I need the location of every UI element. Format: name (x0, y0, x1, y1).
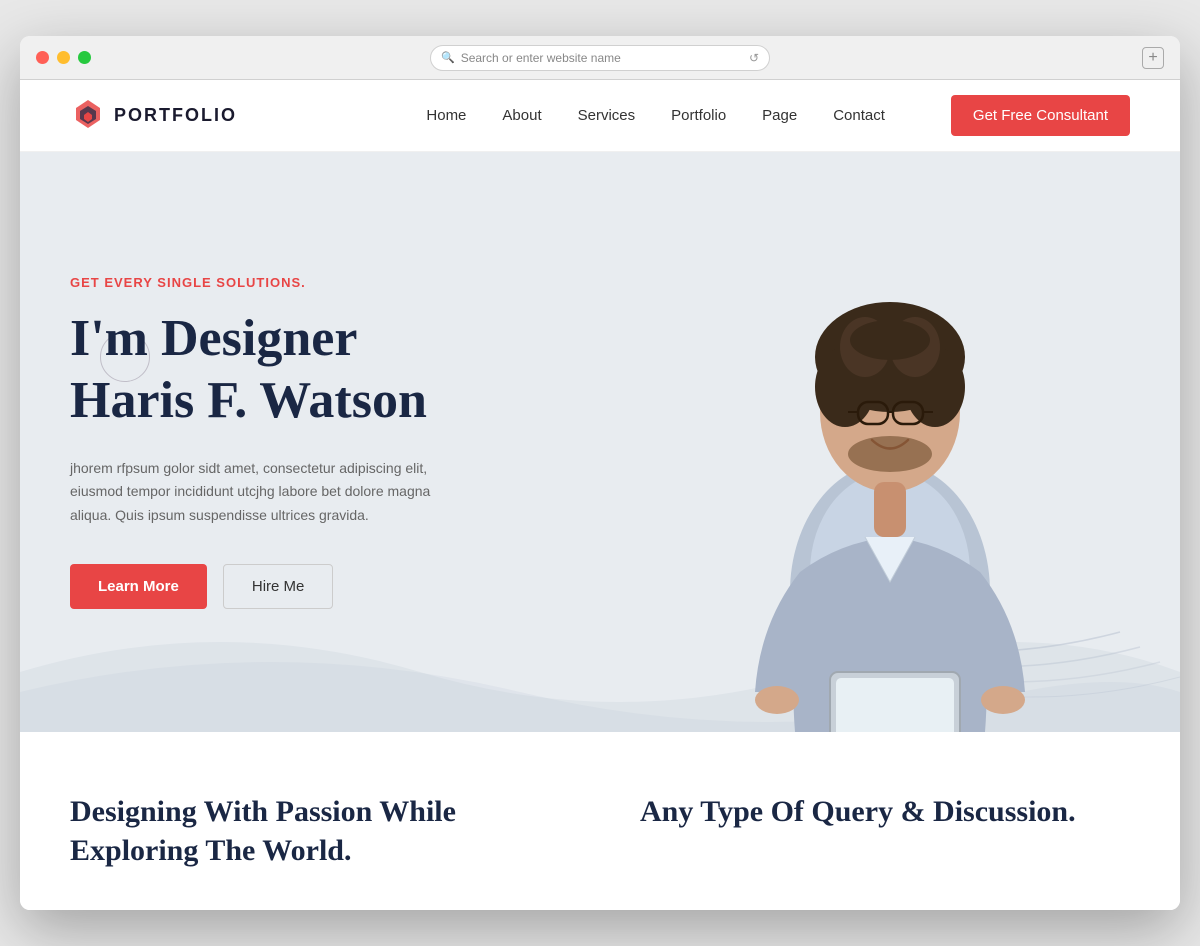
hero-image (680, 172, 1100, 732)
bottom-section: Designing With Passion While Exploring T… (20, 732, 1180, 910)
logo[interactable]: PORTFOLIO (70, 98, 237, 134)
window-controls (36, 51, 91, 64)
hero-title-line1: I'm Designer (70, 310, 357, 367)
hero-buttons: Learn More Hire Me (70, 564, 470, 609)
person-illustration (700, 192, 1080, 732)
address-bar[interactable]: 🔍 Search or enter website name ↺ (430, 45, 770, 71)
nav-cta-button[interactable]: Get Free Consultant (951, 95, 1130, 136)
address-text: Search or enter website name (461, 51, 743, 65)
minimize-button[interactable] (57, 51, 70, 64)
nav-item-contact[interactable]: Contact (833, 107, 885, 125)
nav-link-home[interactable]: Home (426, 107, 466, 124)
navbar: PORTFOLIO Home About Services Portfolio … (20, 80, 1180, 152)
nav-link-contact[interactable]: Contact (833, 107, 885, 124)
website-content: PORTFOLIO Home About Services Portfolio … (20, 80, 1180, 910)
nav-item-cta[interactable]: Get Free Consultant (921, 107, 1130, 125)
hero-section: GET EVERY SINGLE SOLUTIONS. I'm Designer… (20, 152, 1180, 732)
nav-item-home[interactable]: Home (426, 107, 466, 125)
hero-title: I'm Designer Haris F. Watson (70, 308, 470, 433)
close-button[interactable] (36, 51, 49, 64)
hero-tagline: GET EVERY SINGLE SOLUTIONS. (70, 275, 470, 290)
bottom-left: Designing With Passion While Exploring T… (70, 792, 560, 870)
bottom-right: Any Type Of Query & Discussion. (640, 792, 1130, 870)
hero-description: jhorem rfpsum golor sidt amet, consectet… (70, 457, 470, 528)
bottom-right-title: Any Type Of Query & Discussion. (640, 792, 1130, 831)
nav-item-about[interactable]: About (502, 107, 541, 125)
logo-text: PORTFOLIO (114, 105, 237, 126)
nav-link-page[interactable]: Page (762, 107, 797, 124)
nav-item-page[interactable]: Page (762, 107, 797, 125)
refresh-icon: ↺ (749, 51, 759, 65)
logo-icon (70, 98, 106, 134)
nav-link-about[interactable]: About (502, 107, 541, 124)
hero-content: GET EVERY SINGLE SOLUTIONS. I'm Designer… (70, 275, 470, 669)
new-tab-button[interactable]: + (1142, 47, 1164, 69)
maximize-button[interactable] (78, 51, 91, 64)
nav-links: Home About Services Portfolio Page Conta… (426, 107, 1130, 125)
nav-item-portfolio[interactable]: Portfolio (671, 107, 726, 125)
browser-window: 🔍 Search or enter website name ↺ + PORTF… (20, 36, 1180, 910)
nav-link-portfolio[interactable]: Portfolio (671, 107, 726, 124)
hire-me-button[interactable]: Hire Me (223, 564, 334, 609)
title-bar: 🔍 Search or enter website name ↺ + (20, 36, 1180, 80)
nav-item-services[interactable]: Services (578, 107, 636, 125)
learn-more-button[interactable]: Learn More (70, 564, 207, 609)
search-icon: 🔍 (441, 51, 455, 64)
nav-link-services[interactable]: Services (578, 107, 636, 124)
bottom-left-title: Designing With Passion While Exploring T… (70, 792, 560, 870)
hero-title-line2: Haris F. Watson (70, 372, 427, 429)
